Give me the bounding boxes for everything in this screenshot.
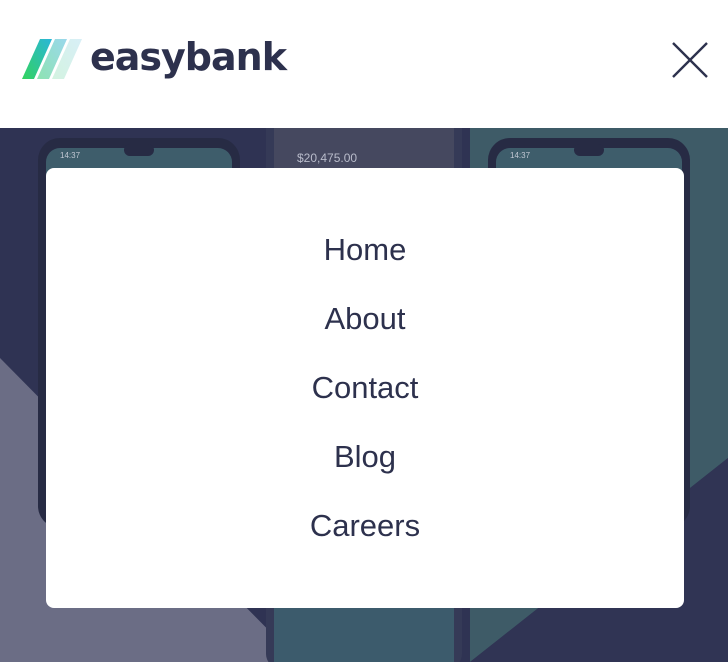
brand-logo[interactable]: easybank: [22, 35, 287, 82]
site-header: easybank: [0, 0, 728, 128]
menu-item-about[interactable]: About: [46, 299, 684, 339]
menu-link-home[interactable]: Home: [324, 232, 407, 267]
phone-balance-text: $20,475.00: [297, 151, 357, 165]
brand-name: easybank: [90, 35, 287, 79]
mobile-nav-menu: Home About Contact Blog Careers: [46, 168, 684, 608]
menu-link-about[interactable]: About: [324, 301, 405, 336]
close-menu-button[interactable]: [670, 40, 710, 80]
easybank-stripes-logo-icon: [22, 39, 82, 79]
menu-item-home[interactable]: Home: [46, 230, 684, 270]
menu-link-blog[interactable]: Blog: [334, 439, 396, 474]
phone-right-time: 14:37: [510, 151, 531, 160]
menu-link-careers[interactable]: Careers: [310, 508, 420, 543]
phone-left-time: 14:37: [60, 151, 81, 160]
menu-link-contact[interactable]: Contact: [312, 370, 419, 405]
menu-item-blog[interactable]: Blog: [46, 437, 684, 477]
close-icon: [672, 42, 708, 78]
menu-item-contact[interactable]: Contact: [46, 368, 684, 408]
menu-item-careers[interactable]: Careers: [46, 506, 684, 546]
